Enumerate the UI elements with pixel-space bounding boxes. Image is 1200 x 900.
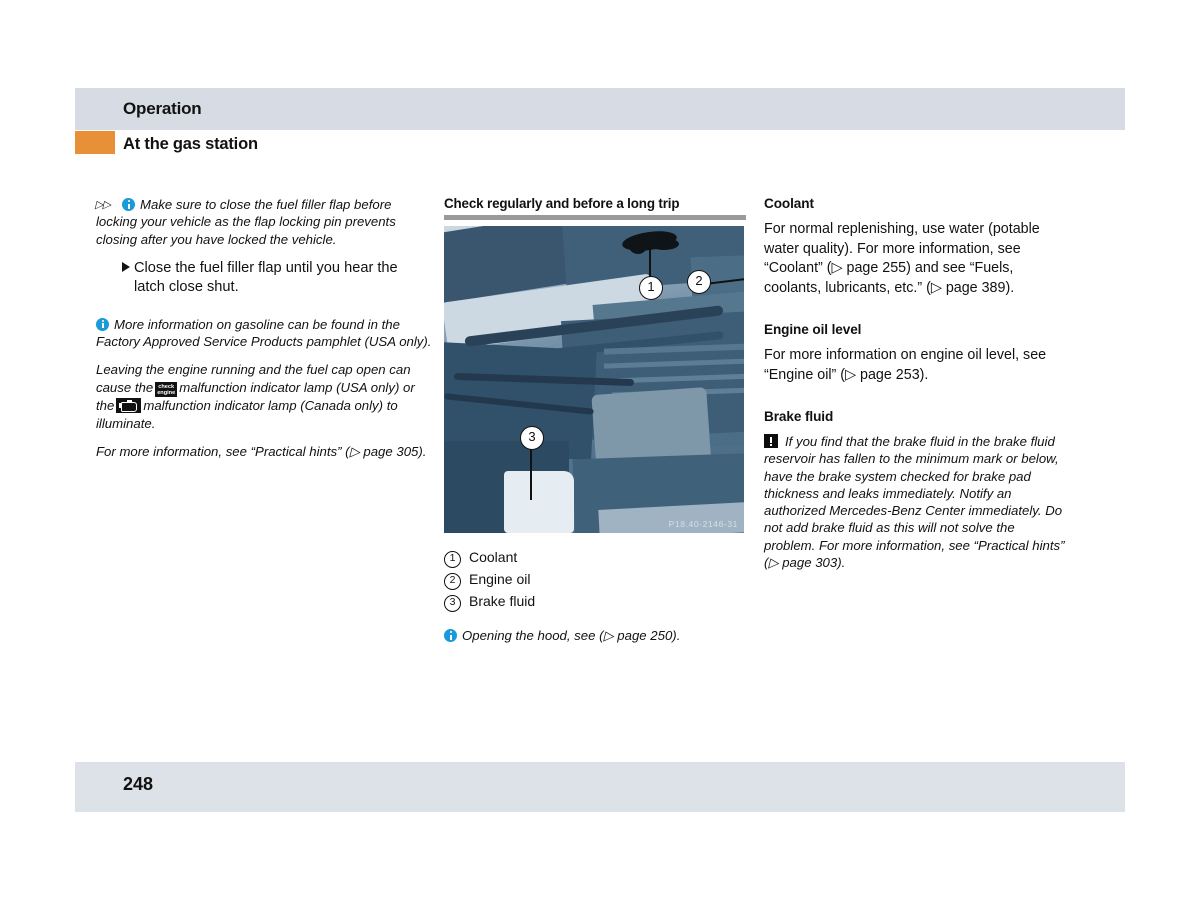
callout-badge-1: 1	[639, 276, 663, 300]
gasoline-info-note-text: More information on gasoline can be foun…	[96, 316, 432, 350]
legend-label: Coolant	[469, 549, 518, 565]
info-icon	[96, 317, 109, 331]
callout-leader-3	[530, 444, 533, 500]
info-icon	[122, 198, 135, 211]
close-flap-step: Close the fuel filler flap until you hea…	[96, 259, 432, 298]
engine-oil-level-body: For more information on engine oil level…	[764, 347, 1047, 383]
info-icon	[444, 629, 457, 642]
fuel-flap-note: ▷▷ Make sure to close the fuel filler fl…	[95, 196, 432, 248]
check-engine-icon: check engine	[155, 382, 178, 398]
gasoline-info-note: More information on gasoline can be foun…	[96, 316, 432, 351]
page-number: 248	[123, 774, 154, 794]
brake-fluid-warning: If you find that the brake fluid in the …	[764, 433, 1066, 571]
manual-page: Operation At the gas station ▷▷ Make sur…	[0, 0, 1200, 900]
callout-badge-3: 3	[520, 426, 544, 450]
middle-column: Check regularly and before a long trip 1…	[444, 196, 746, 644]
continued-arrows-icon: ▷▷	[95, 199, 111, 211]
engine-oil-level-heading: Engine oil level	[764, 322, 862, 337]
callout-leader-1	[649, 244, 652, 280]
brake-fluid-heading: Brake fluid	[764, 409, 834, 424]
photo-legend: 1 Coolant 2 Engine oil 3 Brake fluid	[444, 547, 746, 613]
section-color-tab	[75, 131, 115, 154]
fuel-flap-note-text: Make sure to close the fuel filler flap …	[96, 197, 396, 247]
legend-number: 3	[444, 595, 461, 612]
legend-label: Engine oil	[469, 571, 531, 587]
practical-hints-note: For more information, see “Practical hin…	[96, 443, 432, 460]
legend-item: 2 Engine oil	[444, 569, 746, 591]
practical-hints-note-text: For more information, see “Practical hin…	[96, 443, 427, 459]
brake-fluid-warning-text: If you find that the brake fluid in the …	[764, 434, 1065, 571]
mil-note: Leaving the engine running and the fuel …	[96, 361, 432, 431]
coolant-heading: Coolant	[764, 196, 814, 211]
warning-icon	[764, 434, 778, 448]
check-engine-icon-line-2: engine	[157, 389, 176, 396]
legend-number: 1	[444, 551, 461, 568]
heading-rule	[444, 215, 746, 220]
legend-number: 2	[444, 573, 461, 590]
photo-reference-code: P18.40-2146-31	[668, 519, 738, 529]
close-flap-step-text: Close the fuel filler flap until you hea…	[134, 259, 398, 296]
header-band	[75, 88, 1125, 130]
coolant-body: For normal replenishing, use water (pota…	[764, 221, 1040, 296]
section-title: At the gas station	[123, 135, 258, 153]
right-column: Coolant For normal replenishing, use wat…	[764, 196, 1066, 571]
check-engine-icon-line-1: check	[158, 383, 175, 390]
open-hood-note: Opening the hood, see (▷ page 250).	[444, 627, 746, 644]
left-column: ▷▷ Make sure to close the fuel filler fl…	[95, 196, 432, 471]
page-title: Operation	[123, 99, 202, 118]
engine-compartment-photo: 1 2 3 P18.40-2146-31	[444, 226, 744, 533]
callout-badge-2: 2	[687, 270, 711, 294]
footer-band	[75, 762, 1125, 812]
open-hood-note-text: Opening the hood, see (▷ page 250).	[462, 628, 681, 643]
legend-label: Brake fluid	[469, 593, 536, 609]
check-regularly-heading: Check regularly and before a long trip	[444, 196, 680, 211]
arrow-bullet-icon	[122, 261, 130, 272]
legend-item: 1 Coolant	[444, 547, 746, 569]
legend-item: 3 Brake fluid	[444, 591, 746, 613]
engine-mil-icon	[116, 398, 142, 414]
